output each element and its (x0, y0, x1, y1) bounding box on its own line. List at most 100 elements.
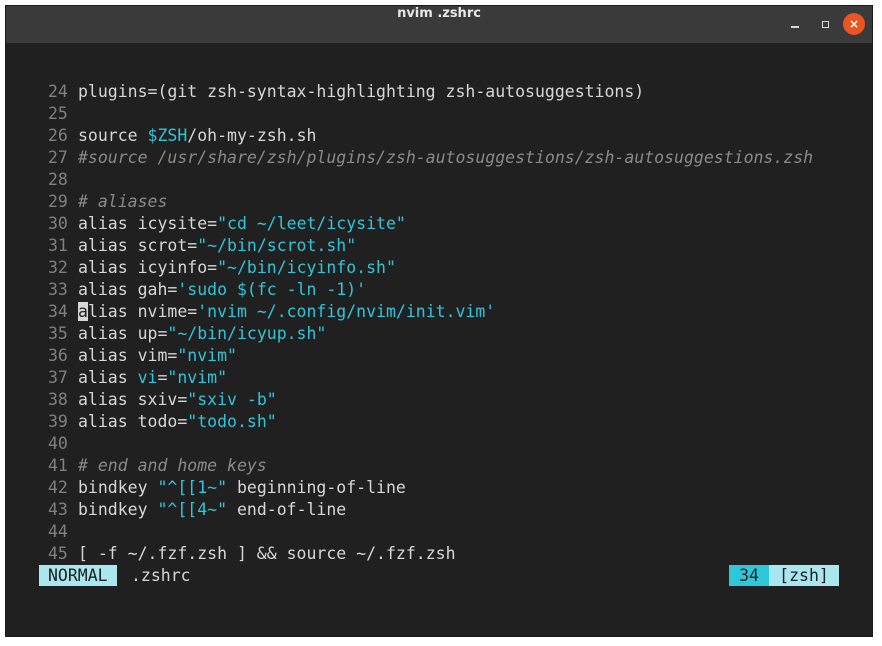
line-number: 41 (48, 456, 68, 475)
code-token: end-of-line (227, 500, 347, 519)
code-token: alias (78, 346, 138, 365)
code-token: nvime= (137, 302, 198, 321)
code-token: "~/bin/scrot.sh" (197, 236, 357, 255)
code-token: source (286, 544, 347, 563)
code-line[interactable]: 39 alias todo="todo.sh" (48, 411, 813, 433)
code-token: 'sudo $(fc -ln -1)' (177, 280, 367, 299)
line-number: 32 (48, 258, 68, 277)
editor-area[interactable]: 24 plugins=(git zsh-syntax-highlighting z… (6, 44, 872, 636)
code-line[interactable]: 42 bindkey "^[[1~" beginning-of-line (48, 477, 813, 499)
code-token: "^[[4~" (157, 500, 228, 519)
line-number: 34 (48, 302, 68, 321)
code-line[interactable]: 41 # end and home keys (48, 455, 813, 477)
line-number: 40 (48, 434, 68, 453)
close-button[interactable]: × (843, 13, 865, 35)
mode-indicator: NORMAL (39, 565, 117, 586)
code-token: gah= (137, 280, 178, 299)
code-token: "cd ~/leet/icysite" (217, 214, 406, 233)
minimize-button[interactable] (784, 13, 806, 35)
code-token: plugins=(git zsh-syntax-highlighting zsh… (78, 82, 645, 101)
code-token: "sxiv -b" (187, 390, 277, 409)
line-number: 37 (48, 368, 68, 387)
code-line[interactable]: 27 #source /usr/share/zsh/plugins/zsh-aut… (48, 147, 813, 169)
code-token: "nvim" (177, 346, 237, 365)
code-token: bindkey (78, 500, 158, 519)
code-token: beginning-of-line (227, 478, 406, 497)
terminal-window: nvim .zshrc × 24 plugins=(git zsh-syntax-… (5, 5, 873, 637)
code-line[interactable]: 26 source $ZSH/oh-my-zsh.sh (48, 125, 813, 147)
line-number: 27 (48, 148, 68, 167)
line-number: 30 (48, 214, 68, 233)
code-token: alias (78, 214, 138, 233)
code-line[interactable]: 28 (48, 169, 813, 191)
code-token: "nvim" (167, 368, 228, 387)
line-number: 38 (48, 390, 68, 409)
line-number: 35 (48, 324, 68, 343)
code-line[interactable]: 45 [ -f ~/.fzf.zsh ] && source ~/.fzf.zsh (48, 543, 813, 565)
status-line: NORMAL .zshrc 34 [zsh] (39, 565, 839, 586)
code-line[interactable]: 35 alias up="~/bin/icyup.sh" (48, 323, 813, 345)
title-bar[interactable]: nvim .zshrc × (6, 6, 872, 44)
code-token: lias (87, 302, 138, 321)
code-token: alias (78, 258, 138, 277)
code-line[interactable]: 37 alias vi="nvim" (48, 367, 813, 389)
code-token: "todo.sh" (187, 412, 277, 431)
code-line[interactable]: 40 (48, 433, 813, 455)
line-number: 28 (48, 170, 68, 189)
code-line[interactable]: 29 # aliases (48, 191, 813, 213)
maximize-button[interactable] (814, 13, 836, 35)
code-line[interactable]: 30 alias icysite="cd ~/leet/icysite" (48, 213, 813, 235)
code-line[interactable]: 44 (48, 521, 813, 543)
code-token: # aliases (78, 192, 168, 211)
line-number: 26 (48, 126, 68, 145)
line-number: 29 (48, 192, 68, 211)
line-number: 36 (48, 346, 68, 365)
code-line[interactable]: 36 alias vim="nvim" (48, 345, 813, 367)
code-token: #source /usr/share/zsh/plugins/zsh-autos… (78, 148, 814, 167)
code-line[interactable]: 43 bindkey "^[[4~" end-of-line (48, 499, 813, 521)
code-line[interactable]: 32 alias icyinfo="~/bin/icyinfo.sh" (48, 257, 813, 279)
code-line[interactable]: 31 alias scrot="~/bin/scrot.sh" (48, 235, 813, 257)
code-token: "~/bin/icyinfo.sh" (217, 258, 396, 277)
code-token: $ZSH (147, 126, 188, 145)
code-token: icysite= (137, 214, 218, 233)
code-token: 'nvim ~/.config/nvim/init.vim' (197, 302, 496, 321)
status-filetype: [zsh] (769, 565, 839, 586)
code-token: alias (78, 280, 138, 299)
code-line[interactable]: 24 plugins=(git zsh-syntax-highlighting z… (48, 81, 813, 103)
code-line[interactable]: 38 alias sxiv="sxiv -b" (48, 389, 813, 411)
line-number: 44 (48, 522, 68, 541)
code-token: ~/.fzf.zsh (346, 544, 456, 563)
code-token: vim= (137, 346, 178, 365)
status-line-number: 34 (729, 565, 769, 586)
code-token: /oh-my-zsh.sh (187, 126, 317, 145)
code-token: todo= (137, 412, 188, 431)
code-token: up= (137, 324, 168, 343)
line-number: 43 (48, 500, 68, 519)
window-title: nvim .zshrc (397, 6, 481, 21)
code-token: scrot= (137, 236, 198, 255)
code-lines[interactable]: 24 plugins=(git zsh-syntax-highlighting z… (48, 81, 813, 565)
text-cursor: a (78, 302, 88, 321)
close-icon: × (848, 17, 860, 31)
code-line[interactable]: 33 alias gah='sudo $(fc -ln -1)' (48, 279, 813, 301)
code-token: bindkey (78, 478, 158, 497)
code-token: "~/bin/icyup.sh" (167, 324, 327, 343)
code-token: sxiv= (137, 390, 188, 409)
maximize-icon (821, 20, 829, 28)
code-token: # end and home keys (78, 456, 267, 475)
code-token: [ -f ~/.fzf.zsh ] && (78, 544, 287, 563)
line-number: 45 (48, 544, 68, 563)
code-token: alias (78, 412, 138, 431)
line-number: 24 (48, 82, 68, 101)
code-token: alias (78, 368, 138, 387)
code-token: vi (137, 368, 158, 387)
code-token: "^[[1~" (157, 478, 228, 497)
code-token: alias (78, 390, 138, 409)
code-token: alias (78, 236, 138, 255)
status-filename: .zshrc (131, 566, 191, 585)
code-token: icyinfo= (137, 258, 218, 277)
code-line[interactable]: 25 (48, 103, 813, 125)
line-number: 25 (48, 104, 68, 123)
code-line[interactable]: 34 alias nvime='nvim ~/.config/nvim/init.… (48, 301, 813, 323)
